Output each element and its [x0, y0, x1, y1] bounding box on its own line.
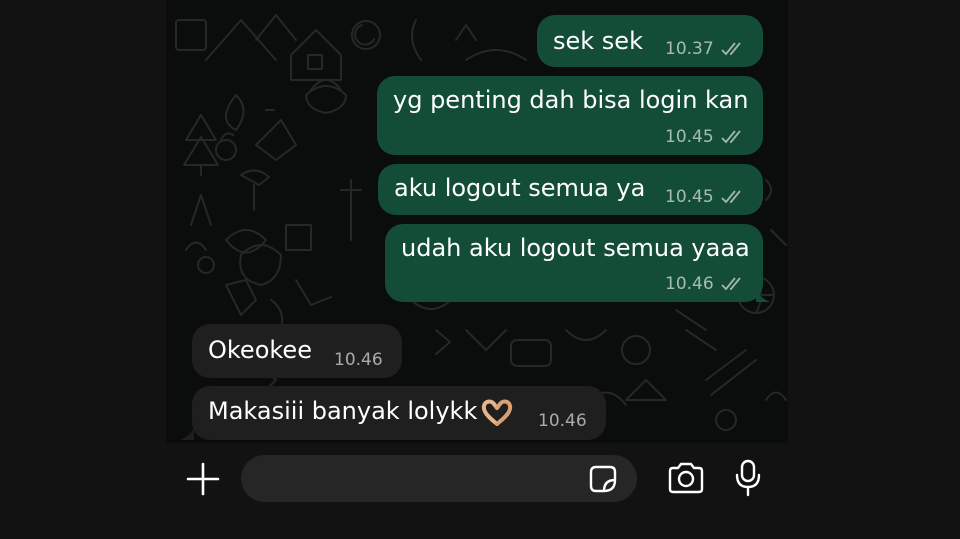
- message-time: 10.46: [334, 350, 383, 370]
- right-margin: [788, 0, 960, 539]
- outgoing-message[interactable]: yg penting dah bisa login kan 10.45: [377, 76, 763, 155]
- incoming-message[interactable]: Makasiii banyak lolykk 10.46: [192, 386, 606, 440]
- microphone-icon[interactable]: [733, 458, 763, 498]
- read-receipt-icon: [721, 190, 741, 204]
- read-receipt-icon: [721, 42, 741, 56]
- bubble-tail: [180, 428, 194, 440]
- heart-hands-emoji-icon: [481, 399, 513, 426]
- message-time: 10.45: [665, 127, 714, 147]
- message-time: 10.46: [665, 274, 714, 294]
- read-receipt-icon: [721, 130, 741, 144]
- incoming-message[interactable]: Okeokee 10.46: [192, 324, 402, 378]
- message-composer: [166, 443, 788, 539]
- message-time: 10.37: [665, 39, 714, 59]
- camera-icon[interactable]: [666, 461, 706, 495]
- message-text: Makasiii banyak lolykk: [208, 397, 478, 425]
- message-time: 10.45: [665, 187, 714, 207]
- outgoing-message[interactable]: sek sek 10.37: [537, 15, 763, 67]
- sticker-icon[interactable]: [587, 463, 619, 495]
- chat-area[interactable]: sek sek 10.37 yg penting dah bisa login …: [166, 0, 788, 443]
- message-time: 10.46: [538, 411, 587, 431]
- read-receipt-icon: [721, 277, 741, 291]
- bubble-tail: [756, 290, 770, 302]
- message-text: Okeokee: [208, 336, 312, 364]
- left-margin: [0, 0, 166, 539]
- outgoing-message[interactable]: aku logout semua ya 10.45: [378, 164, 763, 215]
- outgoing-message[interactable]: udah aku logout semua yaaa 10.46: [385, 224, 763, 302]
- message-text: udah aku logout semua yaaa: [401, 234, 750, 262]
- message-text: sek sek: [553, 27, 643, 55]
- message-text: yg penting dah bisa login kan: [393, 86, 749, 114]
- message-text: aku logout semua ya: [394, 174, 646, 202]
- message-input[interactable]: [241, 455, 637, 502]
- plus-icon[interactable]: [185, 461, 221, 497]
